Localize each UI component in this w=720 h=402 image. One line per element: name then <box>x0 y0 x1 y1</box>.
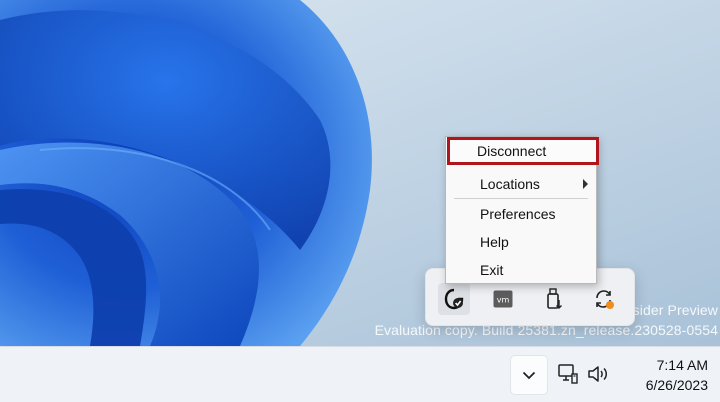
clock-date[interactable]: 6/26/2023 <box>618 377 708 393</box>
network-icon[interactable] <box>557 363 579 385</box>
menu-item-label: Locations <box>480 176 540 192</box>
menu-item-help[interactable]: Help <box>450 228 594 256</box>
menu-item-preferences[interactable]: Preferences <box>450 200 594 228</box>
show-hidden-icons-button[interactable] <box>510 355 548 395</box>
menu-item-label: Preferences <box>480 206 556 222</box>
vpn-client-icon[interactable] <box>438 283 470 315</box>
volume-icon[interactable] <box>586 363 610 385</box>
vmware-icon[interactable]: vm <box>487 283 519 315</box>
sync-icon[interactable] <box>588 283 620 315</box>
taskbar: 7:14 AM 6/26/2023 <box>0 346 720 402</box>
vpn-context-menu: Disconnect Locations Preferences Help Ex… <box>445 136 599 284</box>
menu-separator <box>454 198 588 199</box>
submenu-arrow-icon <box>583 179 588 189</box>
menu-item-label: Disconnect <box>477 143 547 159</box>
svg-text:vm: vm <box>497 296 510 305</box>
usb-drive-icon[interactable] <box>538 283 570 315</box>
menu-item-locations[interactable]: Locations <box>450 170 594 198</box>
menu-item-exit[interactable]: Exit <box>450 256 594 284</box>
menu-item-disconnect[interactable]: Disconnect <box>447 137 599 165</box>
menu-item-label: Exit <box>480 262 504 278</box>
chevron-down-icon <box>522 371 536 379</box>
menu-item-label: Help <box>480 234 509 250</box>
clock-time[interactable]: 7:14 AM <box>628 357 708 373</box>
watermark-line-1: sider Preview <box>632 302 718 318</box>
